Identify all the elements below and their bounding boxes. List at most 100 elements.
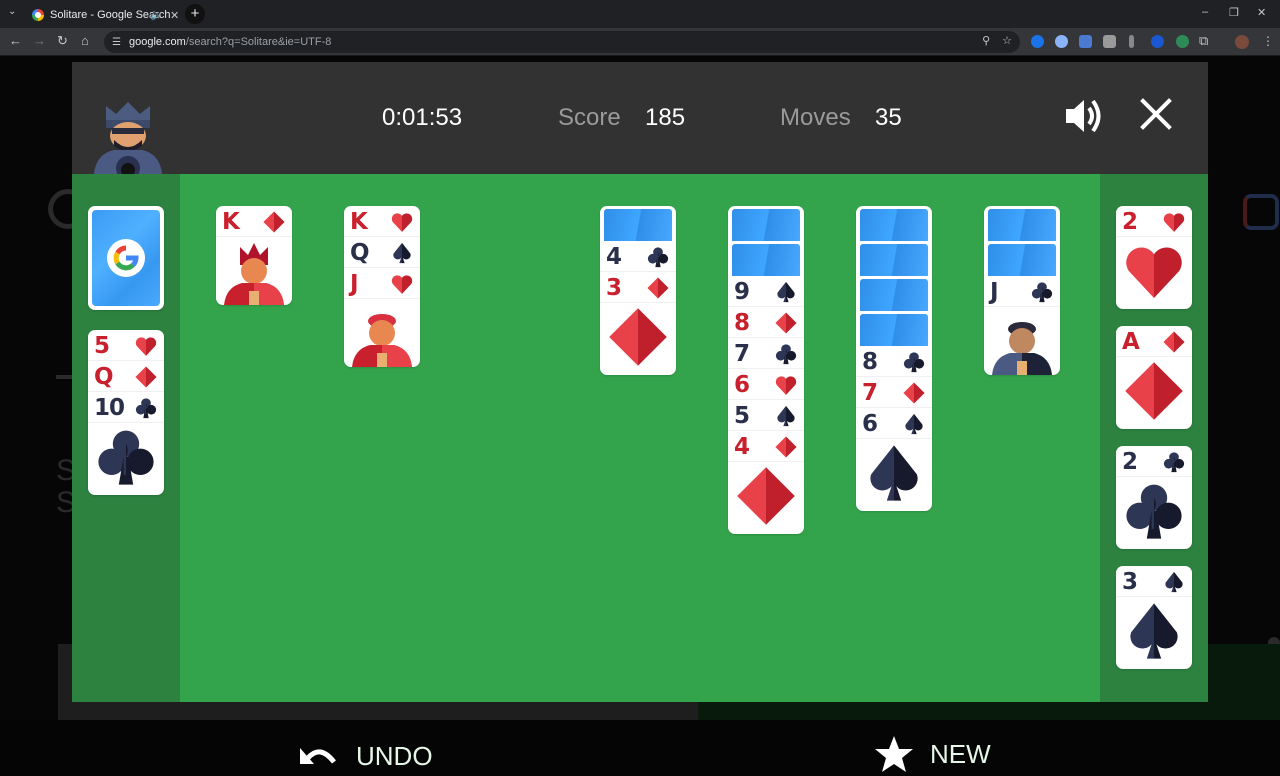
extension-icon[interactable] (1031, 35, 1044, 48)
extension-icon[interactable] (1103, 35, 1116, 48)
foundation-spades[interactable]: 3 (1116, 566, 1192, 669)
card-5-of-spades[interactable]: 5 (728, 400, 804, 431)
extension-icon[interactable] (1129, 35, 1134, 48)
card-8-of-clubs[interactable]: 8 (856, 346, 932, 377)
card-K-of-hearts[interactable]: K (344, 206, 420, 237)
tableau-column-2[interactable]: KQJ (344, 206, 420, 367)
diamonds-icon (135, 366, 157, 388)
extension-icon[interactable] (1176, 35, 1189, 48)
sound-toggle-icon[interactable] (1062, 94, 1106, 138)
extension-icon[interactable] (1055, 35, 1068, 48)
new-game-label: NEW (930, 738, 991, 769)
tableau-column-4[interactable]: 43 (600, 206, 676, 375)
stock-pile[interactable] (88, 206, 164, 310)
undo-icon (300, 748, 336, 764)
diamonds-icon (775, 436, 797, 458)
tab-search-icon[interactable]: ⌄ (8, 6, 16, 17)
card-rank: 7 (734, 341, 750, 367)
face-card-art (344, 299, 420, 367)
undo-button[interactable]: UNDO (298, 736, 433, 776)
card-9-of-spades[interactable]: 9 (728, 276, 804, 307)
card-pip (856, 439, 932, 511)
tableau-column-1[interactable]: K (216, 206, 292, 305)
card-4-of-clubs[interactable]: 4 (600, 241, 676, 272)
menu-kebab-icon[interactable]: ⋮ (1262, 34, 1274, 48)
card-rank: 6 (734, 372, 750, 398)
card-6-of-hearts[interactable]: 6 (728, 369, 804, 400)
card-10-of-clubs[interactable]: 10 (88, 392, 164, 423)
new-game-button[interactable]: NEW (874, 732, 991, 776)
spades-pip-icon (1124, 601, 1184, 661)
foundation-diamonds[interactable]: A (1116, 326, 1192, 429)
clubs-icon (1031, 281, 1053, 303)
card-A-of-diamonds[interactable]: A (1116, 326, 1192, 357)
spades-icon (391, 242, 413, 264)
face-down-card (860, 244, 928, 276)
card-3-of-spades[interactable]: 3 (1116, 566, 1192, 597)
window-close-icon[interactable]: ✕ (1257, 6, 1266, 19)
site-info-icon[interactable]: ☰ (112, 37, 121, 48)
card-rank: 2 (1122, 209, 1138, 235)
extensions-icon[interactable]: ⧉ (1199, 33, 1208, 49)
tableau-column-7[interactable]: J (984, 206, 1060, 375)
diamonds-icon (647, 277, 669, 299)
card-rank: K (350, 209, 368, 235)
card-pip (88, 423, 164, 495)
card-J-of-clubs[interactable]: J (984, 276, 1060, 307)
card-pip (1116, 597, 1192, 669)
solitaire-game: 0:01:53 Score 185 Moves 35 UNDO NEW 5 Q … (72, 62, 1208, 772)
card-rank: 6 (862, 411, 878, 437)
bookmark-star-icon[interactable]: ☆ (1002, 34, 1012, 47)
card-pip (1116, 357, 1192, 429)
face-down-card (732, 244, 800, 276)
translate-extension-icon[interactable] (1079, 35, 1092, 48)
card-7-of-clubs[interactable]: 7 (728, 338, 804, 369)
close-tab-icon[interactable]: ✕ (170, 9, 179, 22)
tableau-column-6[interactable]: 8 7 6 (856, 206, 932, 511)
card-J-of-hearts[interactable]: J (344, 268, 420, 299)
game-timer: 0:01:53 (382, 104, 463, 131)
hearts-icon (135, 335, 157, 357)
card-7-of-diamonds[interactable]: 7 (856, 377, 932, 408)
card-Q-of-diamonds[interactable]: Q (88, 361, 164, 392)
spades-icon (903, 413, 925, 435)
card-6-of-spades[interactable]: 6 (856, 408, 932, 439)
foundation-hearts[interactable]: 2 (1116, 206, 1192, 309)
profile-avatar[interactable] (1235, 35, 1249, 49)
face-down-card (988, 209, 1056, 241)
lens-icon-dimmed (1243, 194, 1279, 230)
card-4-of-diamonds[interactable]: 4 (728, 431, 804, 462)
card-K-of-diamonds[interactable]: K (216, 206, 292, 237)
clubs-pip-icon (96, 427, 156, 487)
extension-icon[interactable] (1151, 35, 1164, 48)
card-5-of-hearts[interactable]: 5 (88, 330, 164, 361)
card-2-of-clubs[interactable]: 2 (1116, 446, 1192, 477)
waste-pile[interactable]: 5 Q 10 (88, 330, 164, 495)
clubs-icon (135, 397, 157, 419)
face-down-card (604, 209, 672, 241)
url-host: google.com (128, 36, 186, 48)
zoom-icon[interactable]: ⚲ (982, 34, 990, 47)
reload-icon[interactable]: ↻ (57, 33, 68, 49)
card-pip (600, 303, 676, 375)
address-bar[interactable]: ☰ google.com /search?q=Solitare&ie=UTF-8… (104, 31, 1020, 53)
card-3-of-diamonds[interactable]: 3 (600, 272, 676, 303)
face-down-card (860, 314, 928, 346)
forward-icon[interactable]: → (33, 33, 46, 48)
card-2-of-hearts[interactable]: 2 (1116, 206, 1192, 237)
url-path: /search?q=Solitare&ie=UTF-8 (185, 36, 332, 48)
back-icon[interactable]: ← (9, 33, 22, 48)
score-value: 185 (645, 104, 686, 131)
minimize-icon[interactable]: – (1202, 6, 1208, 18)
close-game-icon[interactable] (1138, 96, 1174, 132)
browser-tab[interactable]: Solitare - Google Search 🔈 ✕ (24, 2, 208, 28)
foundation-clubs[interactable]: 2 (1116, 446, 1192, 549)
card-Q-of-spades[interactable]: Q (344, 237, 420, 268)
tableau-column-5[interactable]: 9 8 7 6 5 4 (728, 206, 804, 534)
card-8-of-diamonds[interactable]: 8 (728, 307, 804, 338)
score-label: Score (558, 104, 621, 131)
restore-icon[interactable]: ❐ (1229, 6, 1239, 19)
home-icon[interactable]: ⌂ (81, 33, 89, 48)
new-tab-button[interactable]: + (185, 4, 205, 24)
audio-icon[interactable]: 🔈 (150, 10, 162, 21)
